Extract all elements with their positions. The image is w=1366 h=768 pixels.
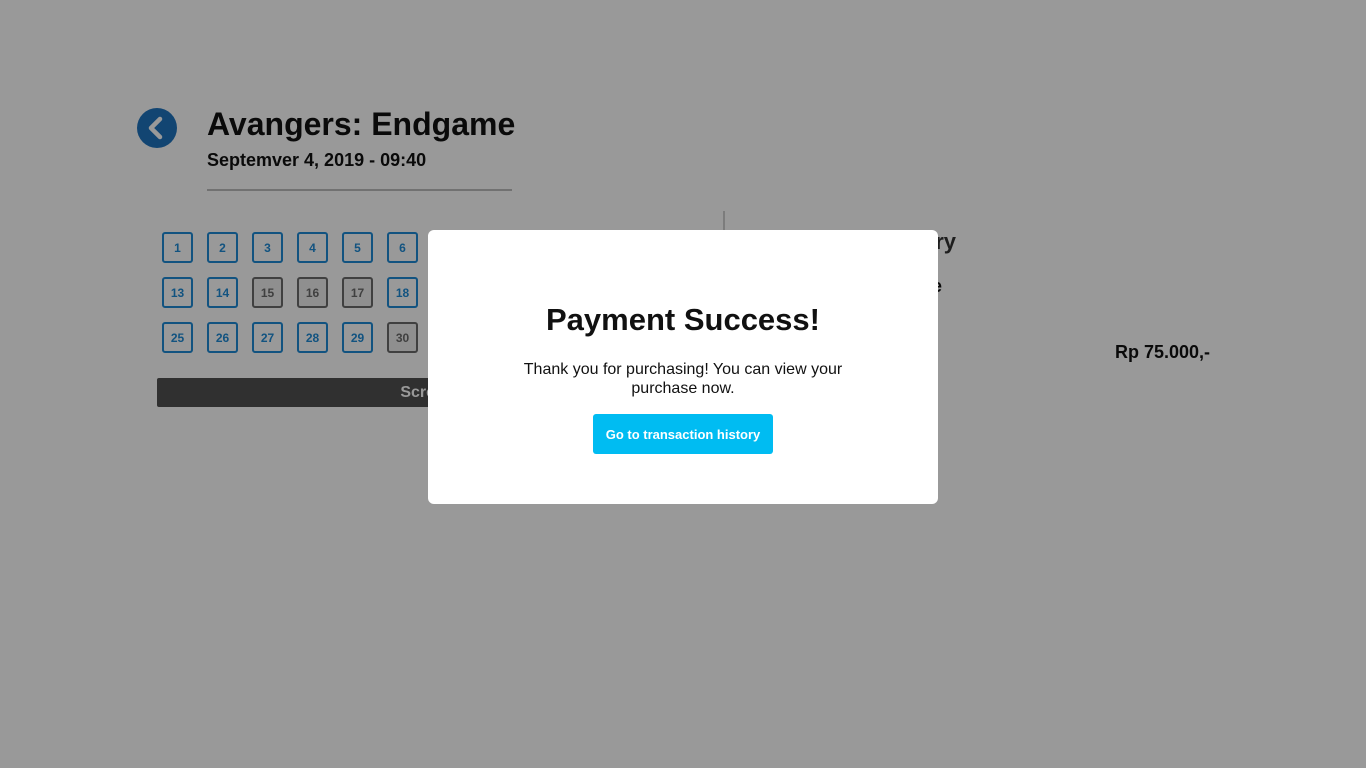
modal-title: Payment Success! [546, 302, 820, 337]
transaction-history-button[interactable]: Go to transaction history [593, 414, 773, 454]
modal-message: Thank you for purchasing! You can view y… [523, 361, 843, 397]
payment-success-modal: Payment Success! Thank you for purchasin… [428, 230, 938, 504]
seat-selection-page: Avangers: Endgame Septemver 4, 2019 - 09… [0, 0, 1366, 768]
